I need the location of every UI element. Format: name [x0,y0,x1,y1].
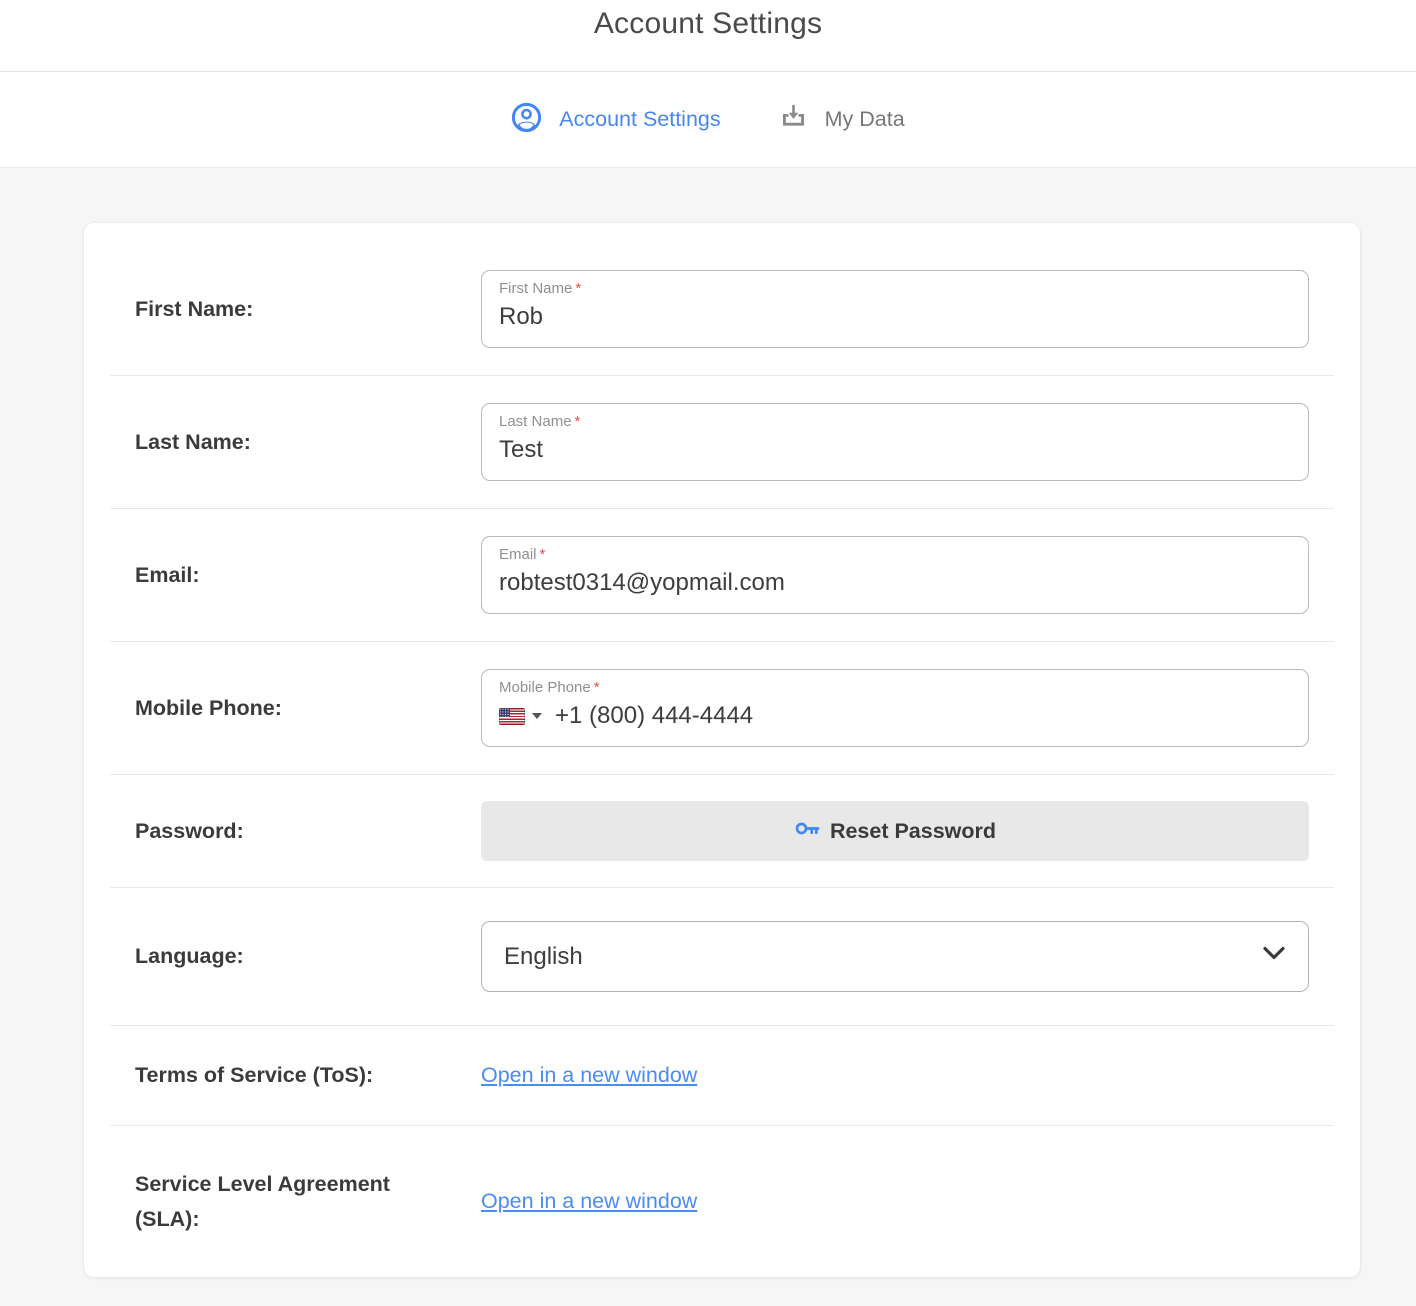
sla-link[interactable]: Open in a new window [481,1189,697,1213]
title-bar: Account Settings [0,0,1416,72]
tos-link[interactable]: Open in a new window [481,1063,697,1087]
tab-account-settings[interactable]: Account Settings [511,102,720,138]
us-flag-icon [499,708,525,725]
tab-account-settings-label: Account Settings [559,107,720,132]
email-field[interactable]: Email* [481,536,1309,614]
first-name-row-label: First Name: [135,292,253,327]
tos-row-label: Terms of Service (ToS): [135,1058,373,1093]
required-asterisk: * [594,679,600,696]
last-name-row-label: Last Name: [135,425,251,460]
caret-down-icon [532,713,542,719]
tab-my-data[interactable]: My Data [779,103,905,137]
key-icon [794,815,821,848]
account-settings-page: First Name: First Name* Last Name: [0,168,1416,1306]
password-row-label: Password: [135,814,244,849]
form-row-language: Language: English [135,888,1309,1025]
required-asterisk: * [575,280,581,297]
form-row-email: Email: Email* [135,509,1309,641]
mobile-phone-floating-label: Mobile Phone* [499,678,1291,697]
country-code-selector[interactable] [499,708,542,725]
last-name-input[interactable] [499,433,1291,467]
form-row-mobile-phone: Mobile Phone: Mobile Phone* [135,642,1309,774]
download-icon [779,103,808,137]
account-settings-card: First Name: First Name* Last Name: [84,223,1360,1277]
mobile-phone-field[interactable]: Mobile Phone* [481,669,1309,747]
form-row-last-name: Last Name: Last Name* [135,376,1309,508]
form-row-password: Password: Reset Password [135,775,1309,887]
tab-my-data-label: My Data [825,107,905,132]
mobile-phone-input[interactable] [555,699,1291,733]
form-row-terms-of-service: Terms of Service (ToS): Open in a new wi… [135,1026,1309,1125]
form-row-service-level-agreement: Service Level Agreement (SLA): Open in a… [135,1126,1309,1278]
required-asterisk: * [575,413,581,430]
first-name-floating-label: First Name* [499,279,1291,298]
last-name-floating-label: Last Name* [499,412,1291,431]
language-select[interactable]: English [481,921,1309,992]
email-row-label: Email: [135,558,200,593]
sla-row-label: Service Level Agreement (SLA): [135,1167,427,1237]
form-row-first-name: First Name: First Name* [135,243,1309,375]
reset-password-button-label: Reset Password [830,819,996,844]
account-circle-icon [511,102,542,138]
reset-password-button[interactable]: Reset Password [481,801,1309,861]
last-name-field[interactable]: Last Name* [481,403,1309,481]
email-input[interactable] [499,566,1291,600]
first-name-field[interactable]: First Name* [481,270,1309,348]
mobile-phone-row-label: Mobile Phone: [135,691,282,726]
language-select-value: English [504,943,583,971]
tab-bar: Account Settings My Data [0,72,1416,168]
page-title: Account Settings [594,7,822,41]
required-asterisk: * [540,546,546,563]
chevron-down-icon [1262,946,1286,967]
first-name-input[interactable] [499,300,1291,334]
email-floating-label: Email* [499,545,1291,564]
language-row-label: Language: [135,939,244,974]
